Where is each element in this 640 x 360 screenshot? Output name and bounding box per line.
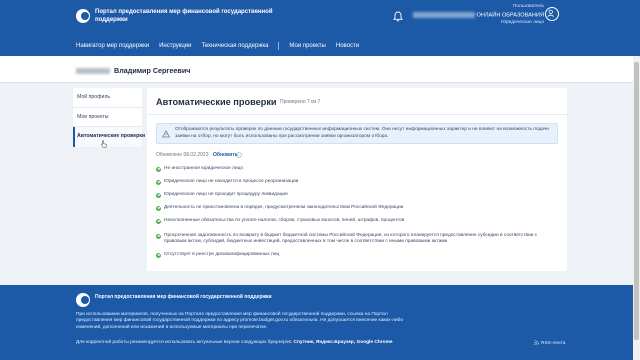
check-success-icon [156,233,161,239]
profile-name: Владимир Сергеевич [76,66,190,75]
portal-title[interactable]: Портал предоставления мер финансовой гос… [95,8,285,24]
main-nav: Навигатор мер поддержки Инструкции Техни… [76,41,369,51]
nav-tech-support[interactable]: Техническая поддержка [202,43,269,49]
check-text: Не иностранное юридическое лицо [164,166,244,171]
info-notice: Отображаются результаты проверок по данн… [156,123,558,144]
divider [147,114,567,115]
user-type-label: Юридическое лицо [501,20,544,25]
portal-logo-icon[interactable] [76,9,90,23]
nav-my-projects[interactable]: Мои проекты [289,43,325,49]
scrollbar-thumb[interactable] [634,62,639,340]
sidebar: Мой профиль Мои проекты Автоматические п… [73,88,146,148]
check-text: Отсутствует в реестре дисквалифицированн… [164,252,280,257]
updated-timestamp: Обновлено 08.02.2023 [156,152,209,158]
check-text: Просроченная задолженность по возврату в… [164,233,538,245]
check-success-icon [156,205,161,211]
check-success-icon [156,252,161,258]
nav-divider [278,42,280,50]
redacted-text [412,12,475,18]
auto-checks-panel: Автоматические проверки Проверено 7 из 7… [147,88,567,271]
page-title: Автоматические проверки [156,97,277,107]
hand-cursor-icon [101,140,107,148]
footer-portal-title: Портал предоставления мер финансовой гос… [95,294,272,300]
check-text: Неисполненные обязательства по уплате на… [164,218,405,223]
header: Портал предоставления мер финансовой гос… [0,0,640,56]
info-icon[interactable] [236,151,242,158]
checks-progress: Проверено 7 из 7 [280,99,321,105]
warning-icon [162,130,170,138]
bell-icon[interactable] [393,11,403,22]
sidebar-item-auto-checks[interactable]: Автоматические проверки [73,127,146,148]
user-avatar-icon[interactable] [545,7,559,21]
user-role-label: Пользователь [512,4,544,9]
user-org-name[interactable]: ОНЛАЙН ОБРАЗОВАНИЯ [412,12,544,18]
check-success-icon [156,179,161,185]
check-text: Деятельность не приостановлена в порядке… [164,205,404,210]
check-success-icon [156,218,161,224]
notice-text: Отображаются результаты проверок по данн… [175,127,549,139]
browser-recommendation: Для корректной работы рекомендуется испо… [76,340,393,345]
footer: Портал предоставления мер финансовой гос… [0,285,640,360]
redacted-surname [76,68,110,75]
check-success-icon [156,192,161,198]
nav-instructions[interactable]: Инструкции [159,43,191,49]
refresh-button[interactable]: Обновить [213,152,238,158]
rss-icon [534,340,539,345]
sidebar-item-my-projects[interactable]: Мои проекты [73,108,142,127]
nav-news[interactable]: Новости [336,43,359,49]
check-text: Юридическое лицо не проходит процедуру л… [164,192,288,197]
page-scrollbar[interactable] [633,56,640,360]
rss-link[interactable]: RSS-лента [534,340,565,346]
check-success-icon [156,166,161,172]
check-text: Юридическое лицо не находится в процессе… [164,179,299,184]
nav-support-navigator[interactable]: Навигатор мер поддержки [76,43,149,49]
footer-logo-icon [76,293,90,307]
footer-legal-text: При использовании материалов, полученных… [76,312,404,330]
profile-bar: Владимир Сергеевич [0,56,640,83]
sidebar-item-label: Автоматические проверки [77,133,146,139]
browser-list: Спутник, Яндекс.Браузер, Google Chrome [293,340,393,345]
sidebar-item-my-profile[interactable]: Мой профиль [73,88,142,108]
